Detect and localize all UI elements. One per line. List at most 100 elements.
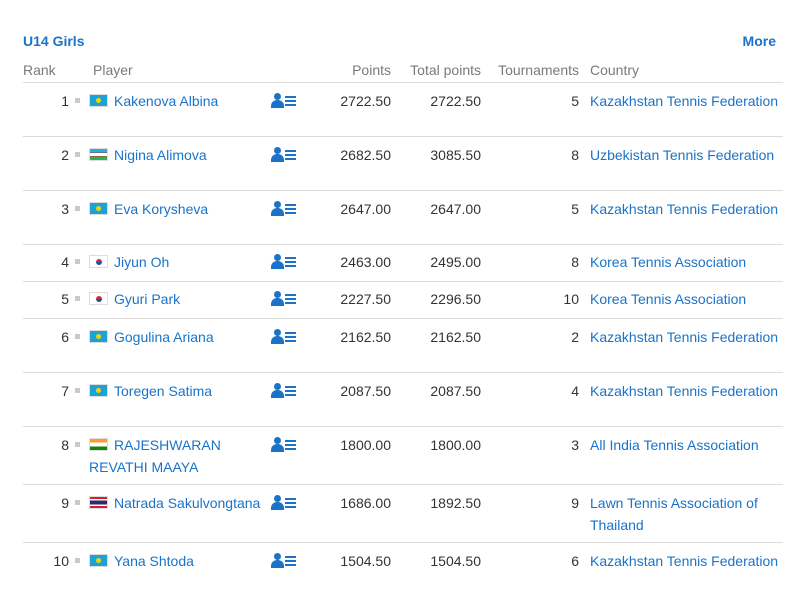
country-flag-icon bbox=[89, 437, 108, 451]
points-cell: 2162.50 bbox=[303, 318, 393, 373]
tournaments-cell: 8 bbox=[483, 244, 581, 282]
total-points-cell: 1892.50 bbox=[393, 484, 483, 543]
more-link[interactable]: More bbox=[743, 33, 776, 49]
player-name-link[interactable]: Natrada Sakulvongtana bbox=[114, 495, 260, 511]
rank-value: 6 bbox=[61, 328, 69, 345]
rank-unchanged-icon bbox=[75, 296, 80, 302]
profile-cell bbox=[269, 244, 303, 282]
rank-unchanged-icon bbox=[75, 558, 80, 564]
points-cell: 2682.50 bbox=[303, 136, 393, 191]
player-name-link[interactable]: Gyuri Park bbox=[114, 291, 180, 307]
player-name-link[interactable]: RAJESHWARAN REVATHI MAAYA bbox=[89, 437, 221, 475]
rank-value: 10 bbox=[53, 552, 69, 569]
profile-cell bbox=[269, 372, 303, 427]
rank-cell: 10 bbox=[23, 542, 89, 593]
table-row: 1 Kakenova Albina 2722.50 2722.50 5 Kaza… bbox=[23, 82, 783, 137]
profile-cell bbox=[269, 136, 303, 191]
tournaments-cell: 2 bbox=[483, 318, 581, 373]
rank-value: 4 bbox=[61, 253, 69, 270]
player-profile-icon[interactable] bbox=[271, 552, 297, 569]
profile-cell bbox=[269, 484, 303, 543]
country-link[interactable]: Korea Tennis Association bbox=[581, 281, 783, 319]
points-cell: 2227.50 bbox=[303, 281, 393, 319]
player-profile-icon[interactable] bbox=[271, 382, 297, 399]
tournaments-cell: 3 bbox=[483, 426, 581, 485]
player-cell: RAJESHWARAN REVATHI MAAYA bbox=[89, 426, 269, 485]
table-row: 10 Yana Shtoda 1504.50 1504.50 6 Kazakhs… bbox=[23, 542, 783, 593]
country-flag-icon bbox=[89, 201, 108, 215]
player-profile-icon[interactable] bbox=[271, 494, 297, 511]
country-link[interactable]: Kazakhstan Tennis Federation bbox=[581, 190, 783, 245]
country-column-header: Country bbox=[581, 58, 783, 83]
player-profile-icon[interactable] bbox=[271, 436, 297, 453]
table-row: 2 Nigina Alimova 2682.50 3085.50 8 Uzbek… bbox=[23, 136, 783, 191]
country-link[interactable]: All India Tennis Association bbox=[581, 426, 783, 485]
table-row: 3 Eva Korysheva 2647.00 2647.00 5 Kazakh… bbox=[23, 190, 783, 245]
country-link[interactable]: Kazakhstan Tennis Federation bbox=[581, 372, 783, 427]
country-link[interactable]: Lawn Tennis Association of Thailand bbox=[581, 484, 783, 543]
player-cell: Toregen Satima bbox=[89, 372, 269, 427]
country-link[interactable]: Uzbekistan Tennis Federation bbox=[581, 136, 783, 191]
table-header-row: Rank Player Points Total points Tourname… bbox=[23, 58, 783, 83]
player-profile-icon[interactable] bbox=[271, 92, 297, 109]
total-points-cell: 3085.50 bbox=[393, 136, 483, 191]
rank-unchanged-icon bbox=[75, 152, 80, 158]
points-column-header: Points bbox=[303, 58, 393, 83]
rank-cell: 7 bbox=[23, 372, 89, 427]
player-cell: Kakenova Albina bbox=[89, 82, 269, 137]
rank-cell: 4 bbox=[23, 244, 89, 282]
rank-value: 1 bbox=[61, 92, 69, 109]
tournaments-cell: 4 bbox=[483, 372, 581, 427]
player-cell: Gogulina Ariana bbox=[89, 318, 269, 373]
player-cell: Eva Korysheva bbox=[89, 190, 269, 245]
profile-cell bbox=[269, 82, 303, 137]
player-name-link[interactable]: Kakenova Albina bbox=[114, 93, 218, 109]
total-points-cell: 1800.00 bbox=[393, 426, 483, 485]
country-link[interactable]: Korea Tennis Association bbox=[581, 244, 783, 282]
profile-cell bbox=[269, 426, 303, 485]
rank-unchanged-icon bbox=[75, 206, 80, 212]
table-row: 5 Gyuri Park 2227.50 2296.50 10 Korea Te… bbox=[23, 281, 783, 319]
player-name-link[interactable]: Toregen Satima bbox=[114, 383, 212, 399]
player-profile-icon[interactable] bbox=[271, 200, 297, 217]
rank-cell: 6 bbox=[23, 318, 89, 373]
total-points-cell: 2296.50 bbox=[393, 281, 483, 319]
player-name-link[interactable]: Jiyun Oh bbox=[114, 254, 169, 270]
country-link[interactable]: Kazakhstan Tennis Federation bbox=[581, 82, 783, 137]
total-points-cell: 2087.50 bbox=[393, 372, 483, 427]
rank-unchanged-icon bbox=[75, 442, 80, 448]
country-flag-icon bbox=[89, 495, 108, 509]
country-flag-icon bbox=[89, 553, 108, 567]
rankings-panel: U14 Girls More Rank Player Points Total … bbox=[23, 0, 783, 593]
category-title: U14 Girls bbox=[23, 33, 85, 49]
total-points-cell: 2162.50 bbox=[393, 318, 483, 373]
player-name-link[interactable]: Yana Shtoda bbox=[114, 553, 194, 569]
player-cell: Yana Shtoda bbox=[89, 542, 269, 593]
country-flag-icon bbox=[89, 291, 108, 305]
profile-cell bbox=[269, 281, 303, 319]
player-profile-icon[interactable] bbox=[271, 328, 297, 345]
country-flag-icon bbox=[89, 383, 108, 397]
rank-cell: 1 bbox=[23, 82, 89, 137]
tournaments-cell: 5 bbox=[483, 82, 581, 137]
table-row: 9 Natrada Sakulvongtana 1686.00 1892.50 … bbox=[23, 484, 783, 543]
country-link[interactable]: Kazakhstan Tennis Federation bbox=[581, 318, 783, 373]
player-profile-icon[interactable] bbox=[271, 290, 297, 307]
player-column-header: Player bbox=[89, 58, 303, 83]
points-cell: 1800.00 bbox=[303, 426, 393, 485]
tournaments-cell: 6 bbox=[483, 542, 581, 593]
player-name-link[interactable]: Eva Korysheva bbox=[114, 201, 208, 217]
country-flag-icon bbox=[89, 254, 108, 268]
points-cell: 1504.50 bbox=[303, 542, 393, 593]
rank-unchanged-icon bbox=[75, 98, 80, 104]
rankings-table: Rank Player Points Total points Tourname… bbox=[23, 58, 783, 593]
country-link[interactable]: Kazakhstan Tennis Federation bbox=[581, 542, 783, 593]
ranking-header: U14 Girls More bbox=[23, 33, 783, 53]
player-name-link[interactable]: Gogulina Ariana bbox=[114, 329, 214, 345]
rank-unchanged-icon bbox=[75, 388, 80, 394]
total-points-column-header: Total points bbox=[393, 58, 483, 83]
player-profile-icon[interactable] bbox=[271, 146, 297, 163]
player-profile-icon[interactable] bbox=[271, 253, 297, 270]
rank-cell: 5 bbox=[23, 281, 89, 319]
player-name-link[interactable]: Nigina Alimova bbox=[114, 147, 207, 163]
